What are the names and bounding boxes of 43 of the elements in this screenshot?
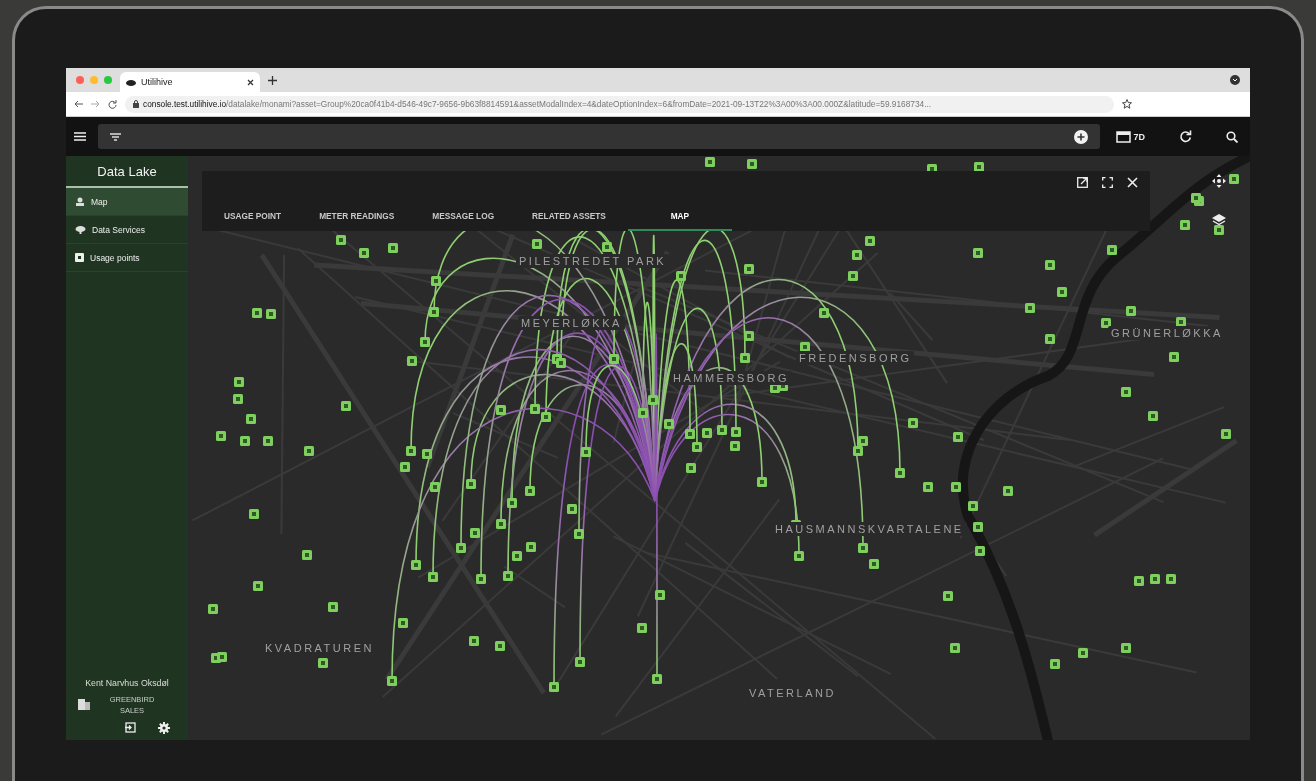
sidebar-item[interactable]: Map (66, 188, 188, 216)
panel-tab[interactable]: RELATED ASSETS (516, 205, 622, 231)
filter-icon[interactable] (110, 132, 121, 141)
sidebar-item-label: Data Services (92, 224, 145, 235)
date-range-button[interactable]: 7D (1112, 126, 1149, 147)
url-text: console.test.utilihive.io/datalake/monami?asset=Group%20ca0f41b4-d546-49c7-9656-9b63f8814591&assetModalIndex=4&dateOptionIndex=6&fromDate=2021-09-13T22%3A00%3A00.000Z&latitude=59.9168734... (143, 99, 932, 109)
close-icon[interactable] (247, 78, 254, 86)
open-external-icon[interactable] (1077, 177, 1088, 188)
lock-icon (133, 100, 139, 108)
layers-icon (1212, 214, 1226, 227)
district-label: HAUSMANNSKVARTALENE (772, 522, 967, 536)
move-icon (1212, 174, 1226, 188)
settings-icon[interactable] (157, 722, 170, 734)
panel-tab[interactable]: USAGE POINT (208, 205, 298, 231)
url-field[interactable]: console.test.utilihive.io/datalake/monami?asset=Group%20ca0f41b4-d546-49c7-9656-9b63f8814591&assetModalIndex=4&dateOptionIndex=6&fromDate=2021-09-13T22%3A00%3A00.000Z&latitude=59.9168734... (125, 95, 1114, 113)
user-name: Kent Narvhus Oksdøl (85, 677, 169, 688)
sidebar-item-label: Usage points (90, 252, 140, 263)
logout-icon[interactable] (124, 722, 136, 733)
panel-tab[interactable]: MAP (627, 205, 732, 231)
browser-tab[interactable]: Utilihive (120, 72, 260, 92)
pan-control[interactable] (1212, 174, 1226, 188)
tab-title: Utilihive (141, 77, 174, 87)
star-icon[interactable] (1122, 99, 1132, 109)
add-circle-icon[interactable] (1074, 129, 1089, 144)
district-label: HAMMERSBORG (670, 371, 793, 385)
refresh-icon (1179, 130, 1192, 143)
square-icon (75, 253, 84, 262)
calendar-icon (1116, 130, 1132, 143)
back-icon[interactable] (74, 100, 83, 108)
layers-control[interactable] (1212, 214, 1226, 227)
panel-tab[interactable]: MESSAGE LOG (416, 205, 511, 231)
district-label: FREDENSBORG (796, 351, 915, 365)
fullscreen-icon[interactable] (1102, 177, 1113, 188)
building-icon (78, 699, 90, 711)
search-icon (1226, 130, 1238, 143)
district-label: PILESTREDET PARK (516, 254, 670, 268)
plus-icon[interactable] (268, 75, 277, 85)
dropdown-icon[interactable] (1230, 75, 1240, 85)
district-label: MEYERLØKKA (518, 316, 625, 330)
menu-icon[interactable] (74, 132, 86, 141)
sidebar-item-label: Map (91, 196, 108, 207)
panel-tab[interactable]: METER READINGS (303, 205, 411, 231)
reload-icon[interactable] (108, 99, 117, 109)
